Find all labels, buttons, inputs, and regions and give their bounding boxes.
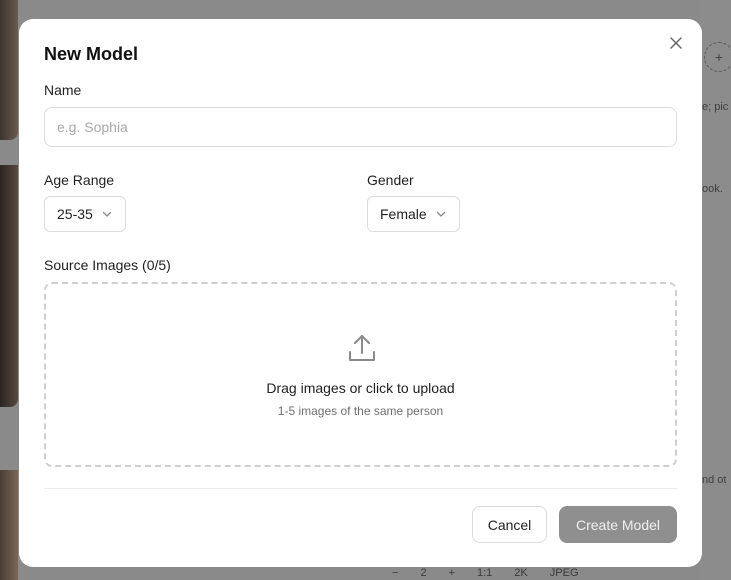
chevron-down-icon xyxy=(101,208,113,220)
background-count: 2 xyxy=(420,567,427,579)
dropzone-title: Drag images or click to upload xyxy=(266,380,455,396)
background-text: e; pic xyxy=(702,101,729,113)
background-add-icon: + xyxy=(704,42,731,72)
age-range-value: 25-35 xyxy=(57,206,93,222)
background-text: ook. xyxy=(702,183,723,195)
source-images-label: Source Images (0/5) xyxy=(44,257,171,273)
background-photo xyxy=(0,0,18,140)
chevron-down-icon xyxy=(435,208,447,220)
background-format: JPEG xyxy=(549,567,579,579)
name-label: Name xyxy=(44,82,82,98)
age-range-label: Age Range xyxy=(44,172,115,188)
age-range-select[interactable]: 25-35 xyxy=(44,196,126,232)
footer-divider xyxy=(44,488,677,489)
dropzone-subtitle: 1-5 images of the same person xyxy=(277,404,444,418)
image-upload-dropzone[interactable]: Drag images or click to upload 1-5 image… xyxy=(44,282,677,467)
gender-select[interactable]: Female xyxy=(367,196,460,232)
gender-label: Gender xyxy=(367,172,414,188)
background-photo xyxy=(0,165,18,407)
new-model-dialog: New Model Name Age Range 25-35 Gender Fe… xyxy=(19,19,702,567)
gender-value: Female xyxy=(380,206,427,222)
cancel-button[interactable]: Cancel xyxy=(472,506,547,543)
background-photo xyxy=(0,470,18,580)
background-minus: − xyxy=(392,567,399,579)
background-text: nd ot xyxy=(702,474,727,486)
background-bottom-toolbar: − 2 + 1:1 2K JPEG xyxy=(378,566,731,580)
background-resolution: 2K xyxy=(514,567,528,579)
background-right-panel xyxy=(700,0,731,580)
name-input[interactable] xyxy=(44,107,677,147)
background-plus: + xyxy=(448,567,455,579)
background-ratio: 1:1 xyxy=(477,567,493,579)
dialog-title: New Model xyxy=(44,44,139,64)
upload-icon xyxy=(346,332,378,364)
create-model-button[interactable]: Create Model xyxy=(559,506,677,543)
close-icon[interactable] xyxy=(668,35,684,51)
